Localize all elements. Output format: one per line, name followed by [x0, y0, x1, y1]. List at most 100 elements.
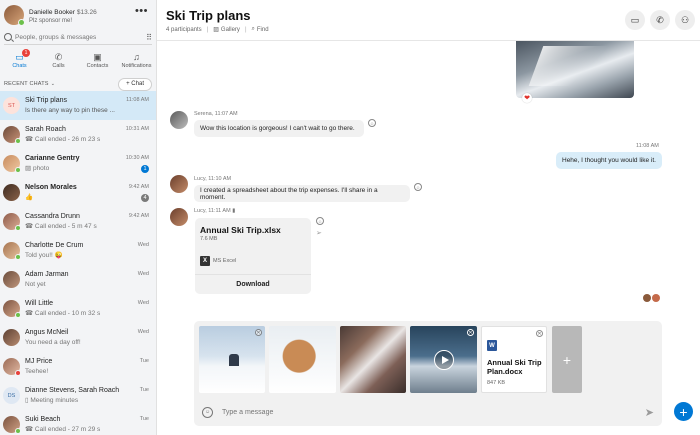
- chat-time: Wed: [137, 271, 149, 277]
- attachment-doc-name: Annual Ski Trip Plan.docx: [487, 358, 542, 376]
- message-meta: 11:08 AM: [636, 143, 659, 149]
- chat-item-ski-trip-plans[interactable]: ST Ski Trip plans Is there any way to pi…: [0, 91, 156, 120]
- chat-preview-text: Meeting minutes: [30, 396, 79, 404]
- gallery-link[interactable]: Gallery: [221, 27, 240, 33]
- avatar[interactable]: [170, 208, 188, 226]
- divider: |: [206, 26, 209, 33]
- tab-notifications-label: Notifications: [121, 62, 152, 69]
- chat-text: Will Little ☎ Call ended - 10 m 32 s: [25, 299, 121, 319]
- avatar: [3, 271, 20, 288]
- chat-time: Tue: [139, 387, 149, 393]
- avatar[interactable]: [170, 175, 188, 193]
- message-bubble-outgoing[interactable]: Hehe, I thought you would like it.: [556, 152, 662, 169]
- attachment-photo-dog[interactable]: [269, 326, 336, 393]
- send-icon[interactable]: ➤: [645, 406, 654, 419]
- tab-notifications[interactable]: ♫ Notifications: [117, 48, 156, 72]
- photo-icon: ▨: [25, 164, 33, 172]
- new-chat-button[interactable]: + Chat: [118, 77, 152, 91]
- avatar[interactable]: [170, 111, 188, 129]
- participants-link[interactable]: 4 participants: [166, 27, 202, 33]
- chat-name: Adam Jarman: [25, 270, 69, 278]
- search-bar: ⠿: [4, 30, 152, 45]
- remove-attachment-icon[interactable]: ✕: [467, 329, 474, 336]
- message-bubble[interactable]: Wow this location is gorgeous! I can't w…: [194, 120, 364, 137]
- chat-text: Charlotte De Crum Told you!! 😜: [25, 241, 121, 261]
- shared-photo-mountain[interactable]: [516, 41, 634, 98]
- chat-item-dianne-stevens-sarah-roach[interactable]: DS Dianne Stevens, Sarah Roach ▯ Meeting…: [0, 381, 156, 410]
- find-link[interactable]: Find: [257, 27, 269, 33]
- forward-icon[interactable]: ➢: [316, 229, 322, 237]
- attachment-video[interactable]: ✕: [410, 326, 477, 393]
- chat-item-sarah-roach[interactable]: Sarah Roach ☎ Call ended - 26 m 23 s 10:…: [0, 120, 156, 149]
- message-meta: Serena, 11:07 AM: [194, 111, 238, 117]
- chat-item-angus-mcneil[interactable]: Angus McNeil You need a day off! Wed: [0, 323, 156, 352]
- more-options-icon[interactable]: •••: [135, 5, 148, 17]
- tab-chats[interactable]: ▭ 1 Chats: [0, 48, 39, 72]
- search-input[interactable]: [15, 33, 125, 41]
- chat-item-nelson-morales[interactable]: Nelson Morales 👍 9:42 AM 4: [0, 178, 156, 207]
- chat-item-adam-jarman[interactable]: Adam Jarman Not yet Wed: [0, 265, 156, 294]
- page-title[interactable]: Ski Trip plans: [166, 8, 251, 23]
- avatar: [3, 155, 21, 173]
- attachment-docx[interactable]: ✕ W Annual Ski Trip Plan.docx 847 KB: [481, 326, 547, 393]
- tab-contacts[interactable]: ▣ Contacts: [78, 48, 117, 72]
- bookmark-icon: ▮: [232, 208, 236, 214]
- avatar: [3, 184, 20, 201]
- add-attachment-button[interactable]: +: [552, 326, 582, 393]
- chat-item-carianne-gentry[interactable]: Carianne Gentry ▨ photo 10:30 AM 1: [0, 149, 156, 178]
- chat-item-charlotte-de-crum[interactable]: Charlotte De Crum Told you!! 😜 Wed: [0, 236, 156, 265]
- chat-item-mj-price[interactable]: MJ Price Teehee! Tue: [0, 352, 156, 381]
- emoji-reaction-icon[interactable]: ☺: [316, 217, 324, 225]
- emoji-icon[interactable]: ☺: [202, 406, 213, 418]
- emoji-reaction-icon[interactable]: ☺: [414, 183, 422, 191]
- profile-bar[interactable]: Danielle Booker $13.26 Plz sponsor me! ••…: [0, 0, 156, 30]
- video-call-button[interactable]: ▭: [625, 10, 645, 30]
- chat-preview-text: photo: [32, 164, 50, 172]
- add-people-button[interactable]: ⚇: [675, 10, 695, 30]
- chat-item-suki-beach[interactable]: Suki Beach ☎ Call ended - 27 m 29 s Tue: [0, 410, 156, 435]
- contacts-icon: ▣: [93, 51, 102, 62]
- message-composer: ✕ ✕ ✕ W Annual Ski Trip Plan.docx 847 KB…: [194, 321, 662, 426]
- message-bubble[interactable]: I created a spreadsheet about the trip e…: [194, 185, 410, 202]
- add-action-button[interactable]: +: [674, 402, 693, 421]
- chat-text: Ski Trip plans Is there any way to pin t…: [25, 96, 121, 116]
- heart-reaction-icon[interactable]: ❤: [522, 93, 532, 103]
- attachment-doc-size: 847 KB: [487, 380, 506, 386]
- remove-attachment-icon[interactable]: ✕: [536, 330, 543, 337]
- chat-name: Dianne Stevens, Sarah Roach: [25, 386, 120, 394]
- recent-chats-label[interactable]: RECENT CHATS ⌄: [4, 81, 55, 87]
- unread-badge: 1: [141, 165, 149, 173]
- chat-name: Will Little: [25, 299, 54, 307]
- chat-text: Nelson Morales 👍: [25, 183, 121, 203]
- file-card-xlsx[interactable]: Annual Ski Trip.xlsx 7.6 MB X MS Excel Do…: [195, 218, 311, 294]
- chat-text: Sarah Roach ☎ Call ended - 26 m 23 s: [25, 125, 121, 145]
- dialpad-icon[interactable]: ⠿: [146, 33, 152, 42]
- audio-call-button[interactable]: ✆: [650, 10, 670, 30]
- avatar: [3, 416, 21, 434]
- chat-text: Carianne Gentry ▨ photo: [25, 154, 121, 174]
- chat-item-will-little[interactable]: Will Little ☎ Call ended - 10 m 32 s Wed: [0, 294, 156, 323]
- chat-preview: You need a day off!: [25, 338, 81, 346]
- video-camera-icon: ▭: [630, 14, 640, 25]
- tab-calls[interactable]: ✆ Calls: [39, 48, 78, 72]
- avatar: [3, 300, 21, 318]
- chat-text: Dianne Stevens, Sarah Roach ▯ Meeting mi…: [25, 386, 121, 406]
- recent-chats-text: RECENT CHATS: [4, 81, 49, 87]
- chat-name: Nelson Morales: [25, 183, 77, 191]
- emoji-reaction-icon[interactable]: ☺: [368, 119, 376, 127]
- phone-icon: ✆: [54, 51, 63, 62]
- chat-preview: Told you!! 😜: [25, 251, 63, 259]
- attachment-photo-snow[interactable]: ✕: [199, 326, 265, 393]
- word-icon: W: [487, 340, 497, 351]
- avatar[interactable]: [4, 5, 25, 26]
- chat-preview: ☎ Call ended - 27 m 29 s: [25, 425, 121, 435]
- add-person-icon: ⚇: [680, 14, 690, 25]
- download-button[interactable]: Download: [195, 274, 311, 294]
- chat-time: Tue: [139, 416, 149, 422]
- chat-item-cassandra-drunn[interactable]: Cassandra Drunn ☎ Call ended - 5 m 47 s …: [0, 207, 156, 236]
- message-input[interactable]: [222, 408, 602, 416]
- play-icon[interactable]: [434, 350, 454, 370]
- attachment-photo-ski[interactable]: [340, 326, 406, 393]
- chat-list: ST Ski Trip plans Is there any way to pi…: [0, 91, 156, 435]
- remove-attachment-icon[interactable]: ✕: [255, 329, 262, 336]
